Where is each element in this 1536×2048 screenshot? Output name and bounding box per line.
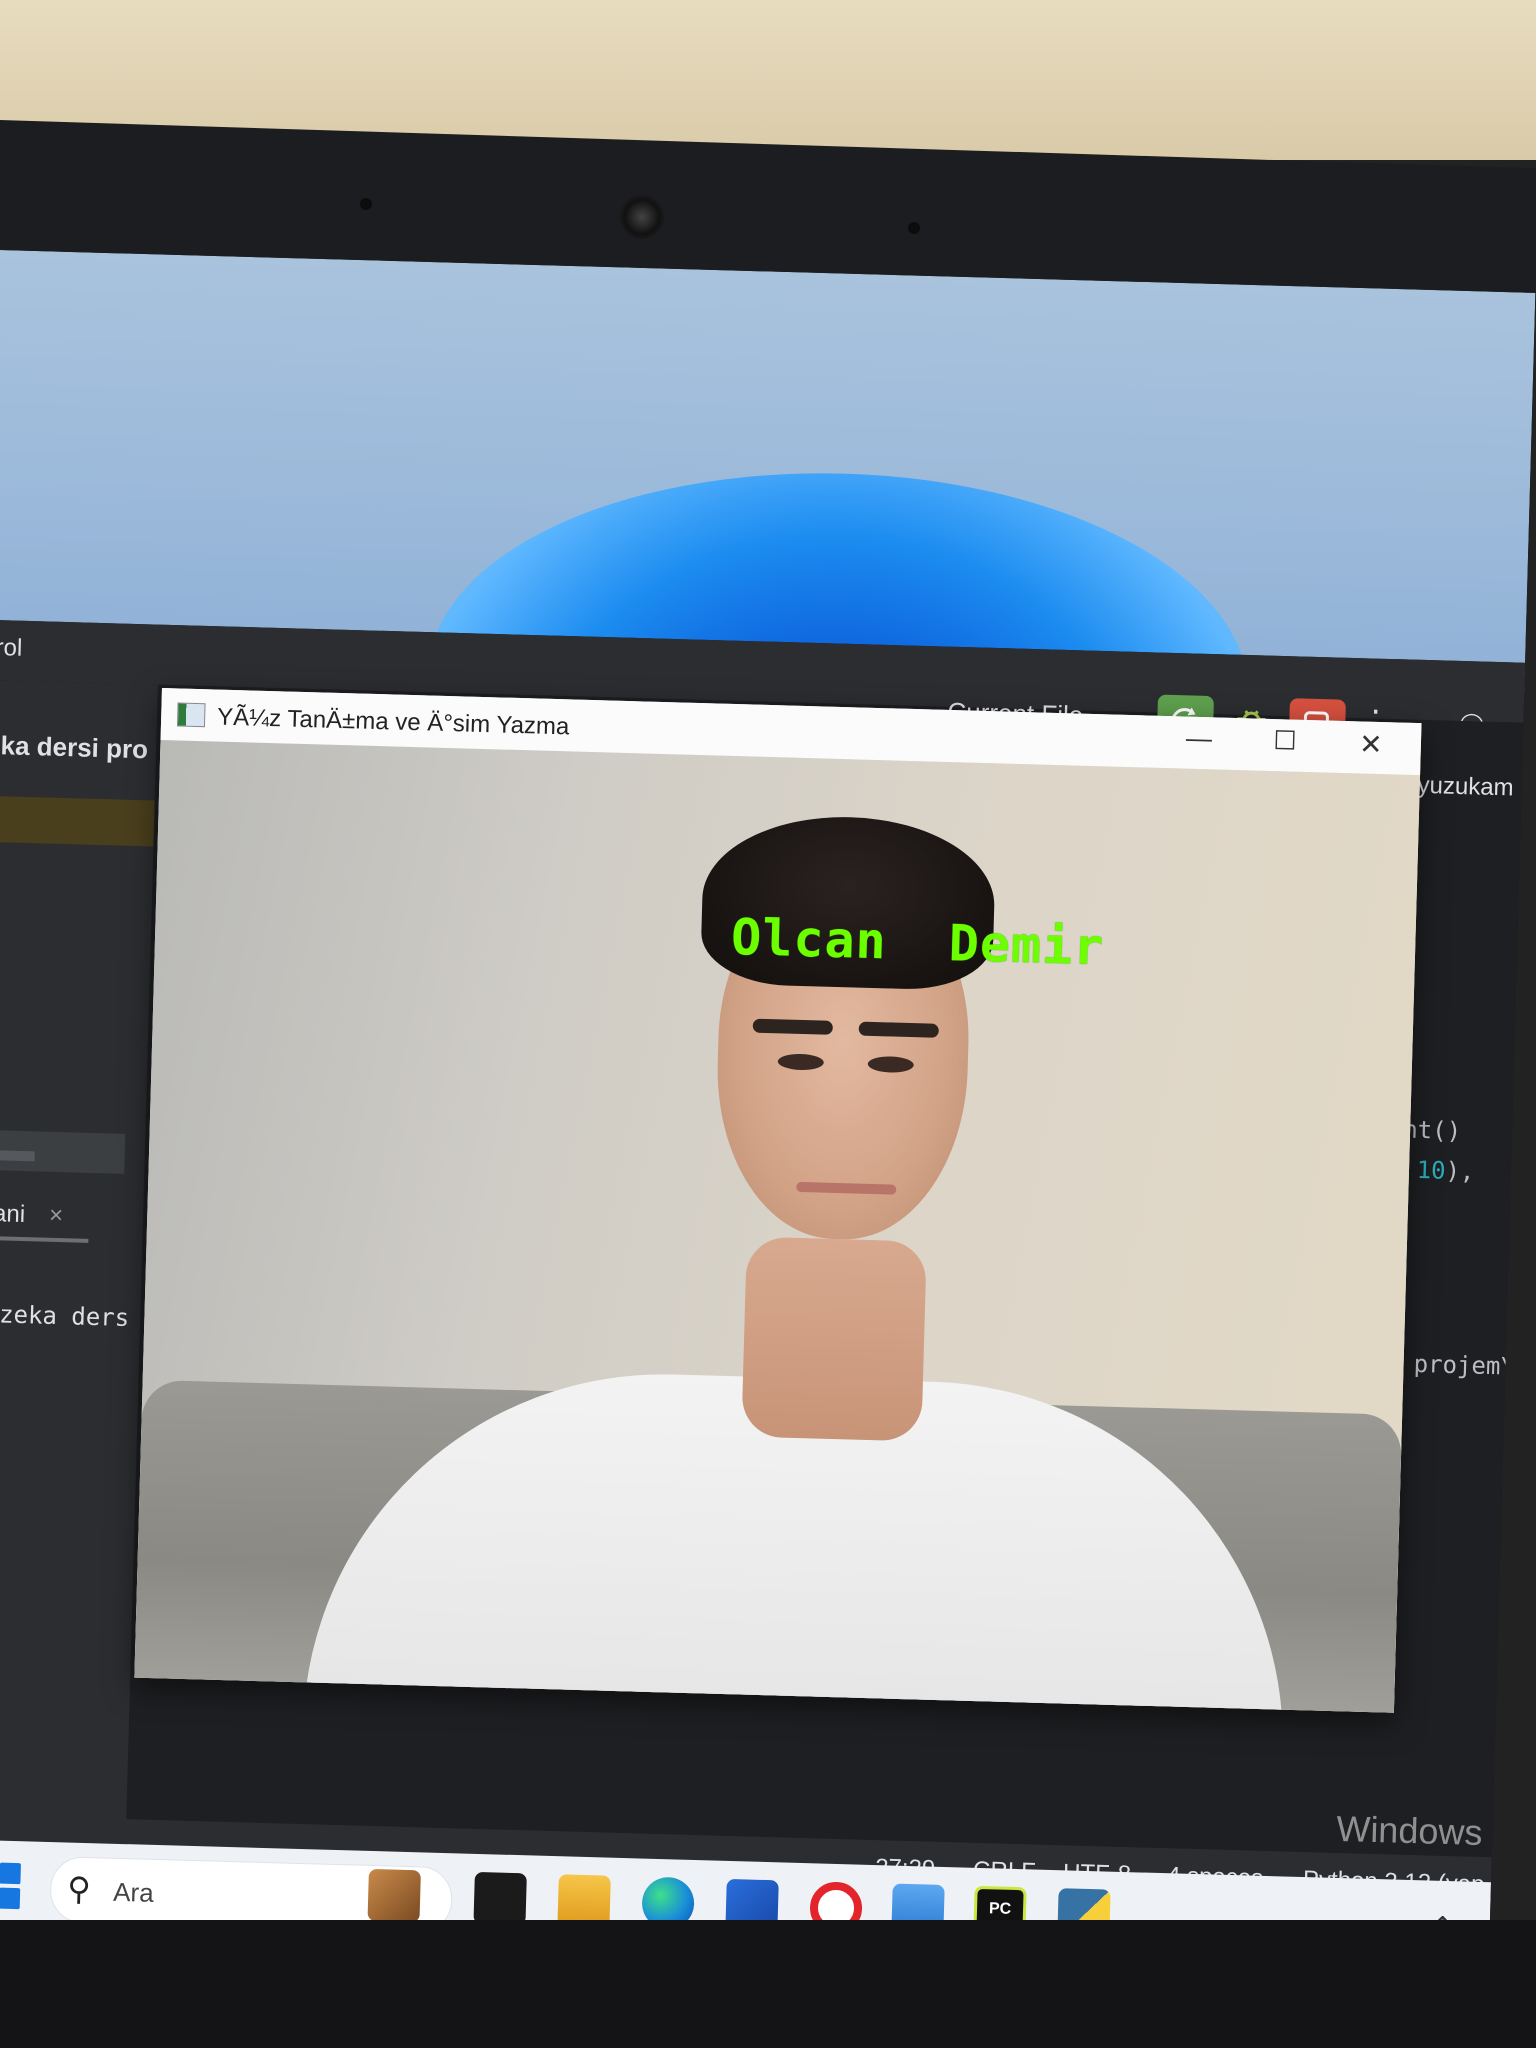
window-app-icon — [176, 702, 206, 728]
person-neck — [741, 1236, 927, 1442]
window-title: YÃ¼z TanÄ±ma ve Ä°sim Yazma — [216, 703, 570, 741]
close-icon[interactable]: ✕ — [1340, 727, 1401, 769]
editor-tab-label[interactable]: yuzukam — [1417, 772, 1514, 803]
bezel-sensor — [908, 222, 920, 234]
laptop-bottom-bezel — [0, 1920, 1536, 2048]
webcam-video-frame: Olcan Demir — [134, 739, 1421, 1713]
search-placeholder: Ara — [112, 1876, 155, 1908]
scrollbar-thumb[interactable] — [0, 1149, 35, 1162]
widgets-app-icon[interactable] — [367, 1868, 421, 1923]
face-recognition-window: YÃ¼z TanÄ±ma ve Ä°sim Yazma — ☐ ✕ Olcan … — [134, 688, 1422, 1713]
highlighted-line — [0, 795, 155, 847]
maximize-icon[interactable]: ☐ — [1254, 725, 1315, 767]
recognized-name-label: Olcan Demir — [730, 908, 1106, 977]
code-number: 10 — [1416, 1155, 1446, 1185]
right-eyebrow — [858, 1021, 939, 1038]
version-control-menu[interactable]: trol — [0, 634, 23, 663]
windows-start-icon[interactable] — [0, 1862, 21, 1910]
laptop-webcam — [620, 195, 664, 239]
run-tab-label[interactable]: ntani — [0, 1200, 26, 1229]
terminal-app-icon[interactable] — [473, 1871, 527, 1926]
project-panel — [0, 679, 158, 1905]
close-icon[interactable]: × — [49, 1202, 64, 1230]
terminal-output-line: y zeka ders — [0, 1300, 130, 1333]
bezel-sensor — [360, 198, 372, 210]
activation-watermark: Windows — [1335, 1807, 1484, 1854]
minimize-icon[interactable]: — — [1168, 722, 1229, 764]
left-eyebrow — [752, 1018, 833, 1035]
search-icon: ⚲ — [66, 1870, 92, 1908]
project-title[interactable]: eka dersi pro — [0, 730, 148, 766]
